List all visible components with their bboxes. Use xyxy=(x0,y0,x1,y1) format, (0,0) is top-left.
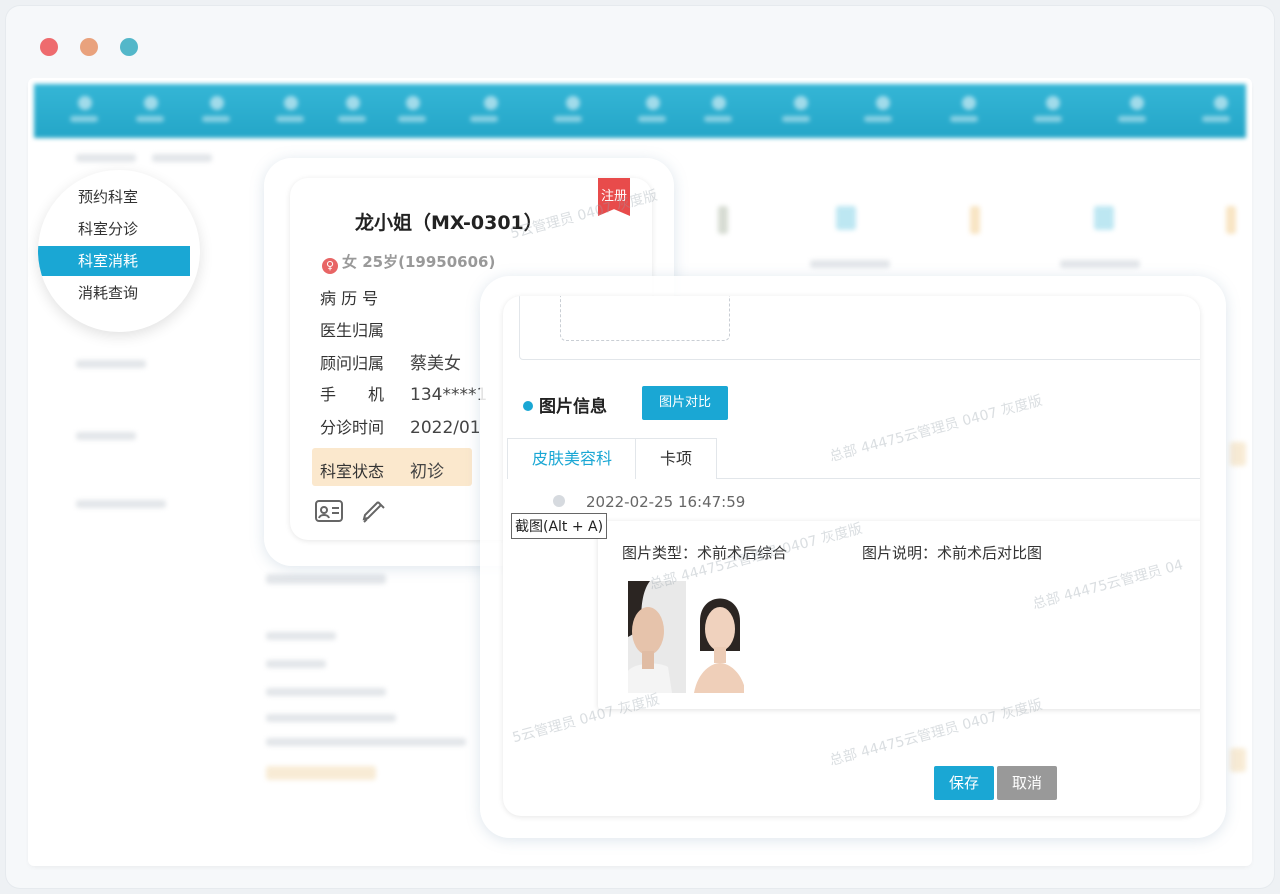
menu-item-department-consumption[interactable]: 科室消耗 xyxy=(38,246,190,276)
syringe-icon[interactable] xyxy=(360,498,390,526)
id-card-icon[interactable] xyxy=(314,498,344,526)
timeline-date: 2022-02-25 16:47:59 xyxy=(586,493,746,511)
bullet-icon xyxy=(523,401,533,411)
menu-item-appointment-department[interactable]: 预约科室 xyxy=(78,182,138,212)
maximize-window-button[interactable] xyxy=(120,38,138,56)
cancel-button[interactable]: 取消 xyxy=(997,766,1057,800)
tab-card-items[interactable]: 卡项 xyxy=(635,438,717,479)
image-compare-button[interactable]: 图片对比 xyxy=(642,386,728,420)
minimize-window-button[interactable] xyxy=(80,38,98,56)
tab-skin-beauty[interactable]: 皮肤美容科 xyxy=(507,438,637,479)
image-record: 图片类型：术前术后综合 图片说明：术前术后对比图 xyxy=(598,521,1200,709)
upload-dropzone[interactable] xyxy=(560,296,730,341)
menu-item-consumption-query[interactable]: 消耗查询 xyxy=(78,278,138,308)
upload-area xyxy=(519,296,1200,360)
gender-age-text: 女 25岁(19950606) xyxy=(342,253,496,271)
image-description: 图片说明：术前术后对比图 xyxy=(862,544,1043,562)
field-triage-time: 分诊时间 2022/01 xyxy=(320,418,481,438)
field-department-status: 科室状态 初诊 xyxy=(320,462,444,482)
screenshot-tooltip: 截图(Alt + A) xyxy=(511,513,608,539)
menu-item-department-triage[interactable]: 科室分诊 xyxy=(78,214,138,244)
image-info-dialog: 图片信息 图片对比 皮肤美容科 卡项 2022-02-25 16:47:59 图… xyxy=(503,296,1200,816)
patient-gender-age: ♀ 女 25岁(19950606) xyxy=(322,251,495,274)
timeline-dot xyxy=(553,495,565,507)
before-after-photo[interactable] xyxy=(628,581,744,693)
field-phone: 手 机 134****1 xyxy=(320,385,488,405)
close-window-button[interactable] xyxy=(40,38,58,56)
field-doctor: 医生归属 xyxy=(320,321,385,340)
field-consultant: 顾问归属 蔡美女 xyxy=(320,354,461,374)
field-record-number: 病 历 号 xyxy=(320,289,379,308)
save-button[interactable]: 保存 xyxy=(934,766,994,800)
female-icon: ♀ xyxy=(322,258,338,274)
sidebar-menu-magnifier: 预约科室 科室分诊 科室消耗 消耗查询 xyxy=(38,170,200,332)
section-title: 图片信息 xyxy=(523,392,607,417)
